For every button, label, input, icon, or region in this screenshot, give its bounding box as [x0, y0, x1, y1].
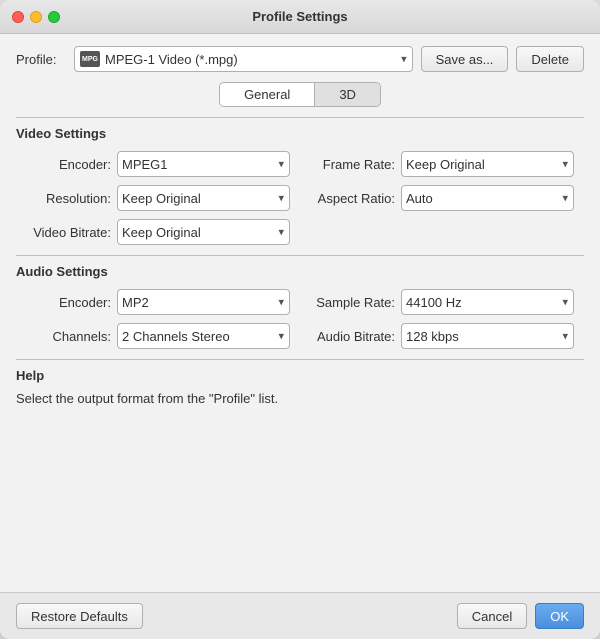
audio-bitrate-select-wrapper: 128 kbps	[401, 323, 574, 349]
ok-button[interactable]: OK	[535, 603, 584, 629]
aspect-ratio-select-wrapper: Auto	[401, 185, 574, 211]
sample-rate-row: Sample Rate: 44100 Hz	[310, 289, 574, 315]
resolution-select[interactable]: Keep Original	[117, 185, 290, 211]
titlebar: Profile Settings	[0, 0, 600, 34]
cancel-button[interactable]: Cancel	[457, 603, 527, 629]
save-as-button[interactable]: Save as...	[421, 46, 509, 72]
restore-defaults-button[interactable]: Restore Defaults	[16, 603, 143, 629]
frame-rate-label: Frame Rate:	[310, 157, 395, 172]
profile-icon: MPG	[80, 51, 100, 67]
audio-encoder-select[interactable]: MP2	[117, 289, 290, 315]
tab-3d[interactable]: 3D	[315, 83, 380, 106]
encoder-row: Encoder: MPEG1	[26, 151, 290, 177]
sample-rate-select[interactable]: 44100 Hz	[401, 289, 574, 315]
bottom-bar: Restore Defaults Cancel OK	[0, 592, 600, 639]
main-content: Profile: MPG MPEG-1 Video (*.mpg) Save a…	[0, 34, 600, 592]
tabs-row: General 3D	[16, 82, 584, 107]
profile-settings-window: Profile Settings Profile: MPG MPEG-1 Vid…	[0, 0, 600, 639]
audio-bitrate-label: Audio Bitrate:	[310, 329, 395, 344]
maximize-button[interactable]	[48, 11, 60, 23]
delete-button[interactable]: Delete	[516, 46, 584, 72]
video-bitrate-label: Video Bitrate:	[26, 225, 111, 240]
help-text: Select the output format from the "Profi…	[16, 389, 584, 409]
video-bitrate-row: Video Bitrate: Keep Original	[26, 219, 290, 245]
aspect-ratio-select[interactable]: Auto	[401, 185, 574, 211]
encoder-select-wrapper: MPEG1	[117, 151, 290, 177]
video-settings-section: Video Settings Encoder: MPEG1 Frame Rate…	[16, 117, 584, 245]
audio-settings-title: Audio Settings	[16, 264, 584, 279]
audio-settings-section: Audio Settings Encoder: MP2 Sample Rate:	[16, 255, 584, 349]
profile-row: Profile: MPG MPEG-1 Video (*.mpg) Save a…	[16, 46, 584, 72]
video-bitrate-select-wrapper: Keep Original	[117, 219, 290, 245]
channels-select[interactable]: 2 Channels Stereo	[117, 323, 290, 349]
video-settings-grid: Encoder: MPEG1 Frame Rate: Keep Original	[16, 151, 584, 245]
help-title: Help	[16, 368, 584, 383]
channels-select-wrapper: 2 Channels Stereo	[117, 323, 290, 349]
profile-select-container: MPG MPEG-1 Video (*.mpg)	[74, 46, 413, 72]
traffic-lights	[12, 11, 60, 23]
audio-encoder-select-wrapper: MP2	[117, 289, 290, 315]
audio-bitrate-select[interactable]: 128 kbps	[401, 323, 574, 349]
frame-rate-select[interactable]: Keep Original	[401, 151, 574, 177]
frame-rate-row: Frame Rate: Keep Original	[310, 151, 574, 177]
resolution-label: Resolution:	[26, 191, 111, 206]
audio-bitrate-row: Audio Bitrate: 128 kbps	[310, 323, 574, 349]
video-settings-title: Video Settings	[16, 126, 584, 141]
channels-label: Channels:	[26, 329, 111, 344]
minimize-button[interactable]	[30, 11, 42, 23]
frame-rate-select-wrapper: Keep Original	[401, 151, 574, 177]
video-bitrate-select[interactable]: Keep Original	[117, 219, 290, 245]
close-button[interactable]	[12, 11, 24, 23]
audio-settings-grid: Encoder: MP2 Sample Rate: 44100 Hz	[16, 289, 584, 349]
aspect-ratio-label: Aspect Ratio:	[310, 191, 395, 206]
encoder-select[interactable]: MPEG1	[117, 151, 290, 177]
help-section: Help Select the output format from the "…	[16, 359, 584, 409]
audio-encoder-row: Encoder: MP2	[26, 289, 290, 315]
tab-general[interactable]: General	[220, 83, 315, 106]
tabs-container: General 3D	[219, 82, 381, 107]
window-title: Profile Settings	[252, 9, 347, 24]
resolution-select-wrapper: Keep Original	[117, 185, 290, 211]
sample-rate-label: Sample Rate:	[310, 295, 395, 310]
bottom-right-buttons: Cancel OK	[457, 603, 584, 629]
audio-encoder-label: Encoder:	[26, 295, 111, 310]
sample-rate-select-wrapper: 44100 Hz	[401, 289, 574, 315]
resolution-row: Resolution: Keep Original	[26, 185, 290, 211]
aspect-ratio-row: Aspect Ratio: Auto	[310, 185, 574, 211]
channels-row: Channels: 2 Channels Stereo	[26, 323, 290, 349]
profile-select[interactable]: MPEG-1 Video (*.mpg)	[74, 46, 413, 72]
profile-label: Profile:	[16, 52, 66, 67]
encoder-label: Encoder:	[26, 157, 111, 172]
